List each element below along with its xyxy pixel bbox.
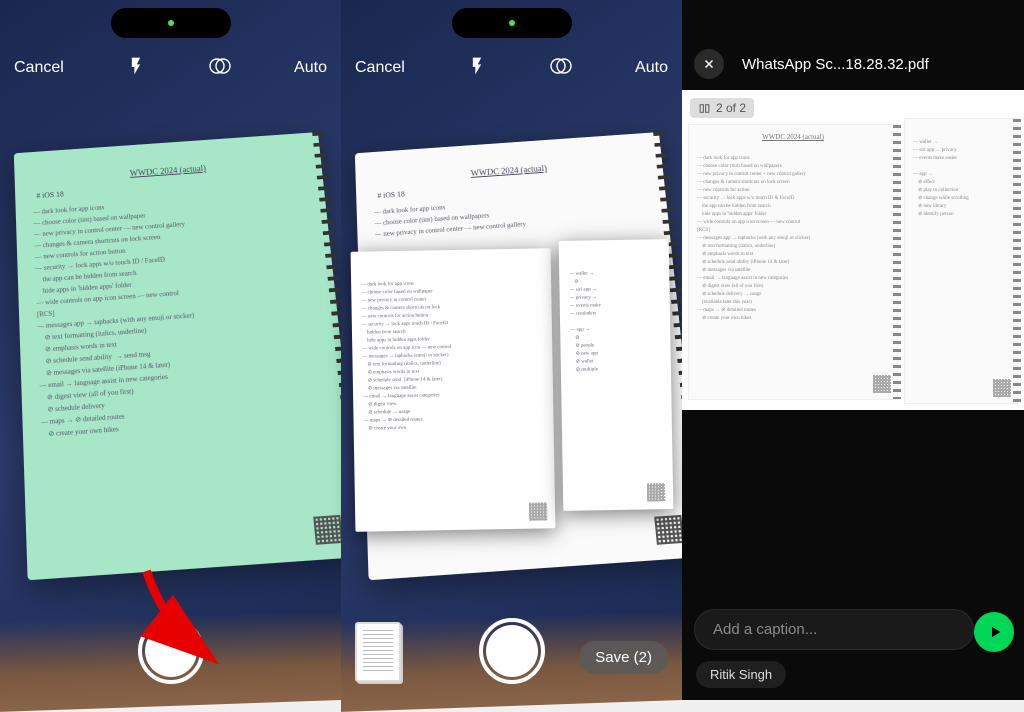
caption-placeholder: Add a caption...: [713, 621, 817, 638]
shutter-inner: [145, 625, 197, 677]
scanned-page-preview-left: — dark look for app icons — choose color…: [351, 248, 556, 531]
camera-top-toolbar: Cancel Auto: [341, 50, 682, 86]
flash-icon[interactable]: [126, 56, 146, 81]
page-indicator-text: 2 of 2: [716, 101, 746, 115]
auto-mode-button[interactable]: Auto: [294, 59, 327, 77]
close-button[interactable]: [694, 49, 724, 79]
dynamic-island: [452, 8, 572, 38]
scan-content: — wallet → ⊘ — siri app → — privacy → — …: [569, 269, 662, 471]
camera-screen-2: Cancel Auto WWDC 2024 (actual) # iOS 18 …: [341, 0, 682, 700]
qr-code-icon: [647, 483, 665, 501]
color-filter-icon[interactable]: [549, 54, 573, 83]
color-filter-icon[interactable]: [208, 54, 232, 83]
qr-code-icon: [529, 502, 547, 520]
doc-content: — wallet → — siri app → privacy — events…: [913, 139, 1007, 219]
notebook-subtitle: # iOS 18: [36, 190, 64, 200]
flash-icon[interactable]: [467, 56, 487, 81]
filename-label: WhatsApp Sc...18.28.32.pdf: [742, 56, 929, 73]
shutter-button[interactable]: [479, 618, 545, 684]
cancel-button[interactable]: Cancel: [355, 59, 405, 77]
shutter-inner: [486, 625, 538, 677]
notebook-spiral: [893, 125, 901, 399]
qr-code-icon: [993, 379, 1011, 397]
send-button[interactable]: [974, 612, 1014, 652]
pdf-preview[interactable]: 2 of 2 WWDC 2024 (actual) — dark look fo…: [682, 90, 1024, 410]
scanned-page-preview-right: — wallet → ⊘ — siri app → — privacy → — …: [559, 239, 674, 511]
notebook-title: WWDC 2024 (actual): [130, 163, 207, 177]
notebook-title: WWDC 2024 (actual): [471, 163, 548, 177]
scan-thumbnail[interactable]: [355, 622, 401, 682]
save-button[interactable]: Save (2): [579, 641, 668, 674]
doc-content: — dark look for app icons — choose color…: [697, 155, 887, 323]
pdf-page-right: — wallet → — siri app → privacy — events…: [904, 118, 1018, 404]
whatsapp-attachment-screen: WhatsApp Sc...18.28.32.pdf 2 of 2 WWDC 2…: [682, 0, 1024, 700]
camera-screen-1: Cancel Auto WWDC 2024 (actual) # iOS 18 …: [0, 0, 341, 700]
qr-code-icon: [313, 515, 343, 545]
pdf-page-left: WWDC 2024 (actual) — dark look for app i…: [688, 124, 898, 400]
camera-top-toolbar: Cancel Auto: [0, 50, 341, 86]
page-indicator: 2 of 2: [690, 98, 754, 118]
scan-content: — dark look for app icons — choose color…: [361, 278, 544, 481]
doc-title: WWDC 2024 (actual): [762, 133, 824, 141]
camera-active-indicator: [168, 20, 174, 26]
notebook-content: — dark look for app icons — choose color…: [33, 188, 335, 504]
auto-mode-button[interactable]: Auto: [635, 59, 668, 77]
whatsapp-header: WhatsApp Sc...18.28.32.pdf: [682, 42, 1024, 86]
notebook-spiral: [1013, 119, 1021, 403]
dynamic-island: [111, 8, 231, 38]
qr-code-icon: [873, 375, 891, 393]
notebook-subtitle: # iOS 18: [377, 190, 405, 200]
cancel-button[interactable]: Cancel: [14, 59, 64, 77]
qr-code-icon: [654, 515, 684, 545]
caption-input[interactable]: Add a caption...: [694, 609, 974, 650]
camera-active-indicator: [509, 20, 515, 26]
notebook-page-highlighted: WWDC 2024 (actual) # iOS 18 — dark look …: [14, 132, 364, 580]
shutter-button[interactable]: [138, 618, 204, 684]
recipient-chip[interactable]: Ritik Singh: [696, 661, 786, 688]
